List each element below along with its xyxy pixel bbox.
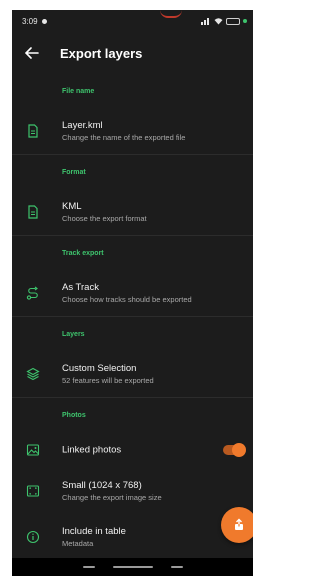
track-export-setting[interactable]: As Track Choose how tracks should be exp…: [12, 270, 253, 316]
include-in-table-label: Include in table: [62, 526, 126, 537]
section-header-layers: Layers: [62, 330, 85, 338]
format-value: KML: [62, 201, 82, 212]
image-size-setting[interactable]: Small (1024 x 768) Change the export ima…: [12, 468, 253, 514]
phone-screen: 3:09 Export layers File name Layer.kml C…: [12, 10, 253, 576]
format-setting[interactable]: KML Choose the export format: [12, 189, 253, 235]
back-button[interactable]: [12, 32, 52, 74]
file-name-setting[interactable]: Layer.kml Change the name of the exporte…: [12, 108, 253, 154]
crop-icon: [26, 485, 40, 497]
green-status-dot-icon: [243, 19, 247, 23]
include-in-table-setting[interactable]: Include in table Metadata: [12, 514, 253, 560]
file-name-text: Layer.kml Change the name of the exporte…: [62, 119, 243, 143]
image-icon: [26, 444, 40, 456]
linked-photos-text: Linked photos: [62, 444, 243, 457]
include-in-table-description: Metadata: [62, 539, 94, 548]
track-export-value: As Track: [62, 282, 99, 293]
document-icon: [28, 205, 38, 219]
section-header-track-export: Track export: [62, 249, 104, 257]
layers-text: Custom Selection 52 features will be exp…: [62, 362, 243, 386]
export-icon: [235, 518, 243, 530]
image-size-description: Change the export image size: [62, 493, 162, 502]
page-title: Export layers: [60, 45, 143, 61]
track-export-description: Choose how tracks should be exported: [62, 295, 192, 304]
toggle-knob: [232, 443, 246, 457]
status-time-group: 3:09: [22, 17, 47, 26]
layers-icon: [26, 367, 40, 381]
section-header-format: Format: [62, 168, 86, 176]
layers-description: 52 features will be exported: [62, 376, 154, 385]
export-fab-button[interactable]: [221, 507, 253, 543]
section-header-photos: Photos: [62, 411, 86, 419]
settings-list: File name Layer.kml Change the name of t…: [12, 74, 253, 560]
format-text: KML Choose the export format: [62, 200, 243, 224]
nav-back-handle[interactable]: [82, 566, 95, 568]
status-icons: [201, 17, 247, 25]
nav-recents-handle[interactable]: [170, 566, 183, 568]
format-description: Choose the export format: [62, 214, 147, 223]
app-bar: Export layers: [12, 32, 253, 74]
layers-value: Custom Selection: [62, 363, 137, 374]
image-size-text: Small (1024 x 768) Change the export ima…: [62, 479, 243, 503]
document-icon: [28, 124, 38, 138]
linked-photos-setting[interactable]: Linked photos: [12, 432, 253, 468]
wifi-icon: [214, 18, 223, 25]
battery-icon: [226, 17, 240, 25]
signal-icon: [201, 18, 209, 25]
route-icon: [26, 286, 38, 300]
image-size-value: Small (1024 x 768): [62, 480, 142, 491]
status-bar: 3:09: [12, 10, 253, 32]
track-export-text: As Track Choose how tracks should be exp…: [62, 281, 243, 305]
arrow-left-icon: [25, 47, 39, 59]
layers-setting[interactable]: Custom Selection 52 features will be exp…: [12, 351, 253, 397]
info-icon: [26, 530, 40, 544]
notification-dot-icon: [41, 18, 47, 24]
status-time: 3:09: [22, 16, 38, 26]
file-name-value: Layer.kml: [62, 120, 103, 131]
nav-home-handle[interactable]: [112, 566, 153, 568]
section-header-file-name: File name: [62, 87, 95, 95]
include-in-table-text: Include in table Metadata: [62, 525, 243, 549]
file-name-description: Change the name of the exported file: [62, 133, 186, 142]
system-nav-bar: [12, 558, 253, 576]
linked-photos-toggle[interactable]: [223, 443, 246, 457]
linked-photos-label: Linked photos: [62, 444, 122, 456]
